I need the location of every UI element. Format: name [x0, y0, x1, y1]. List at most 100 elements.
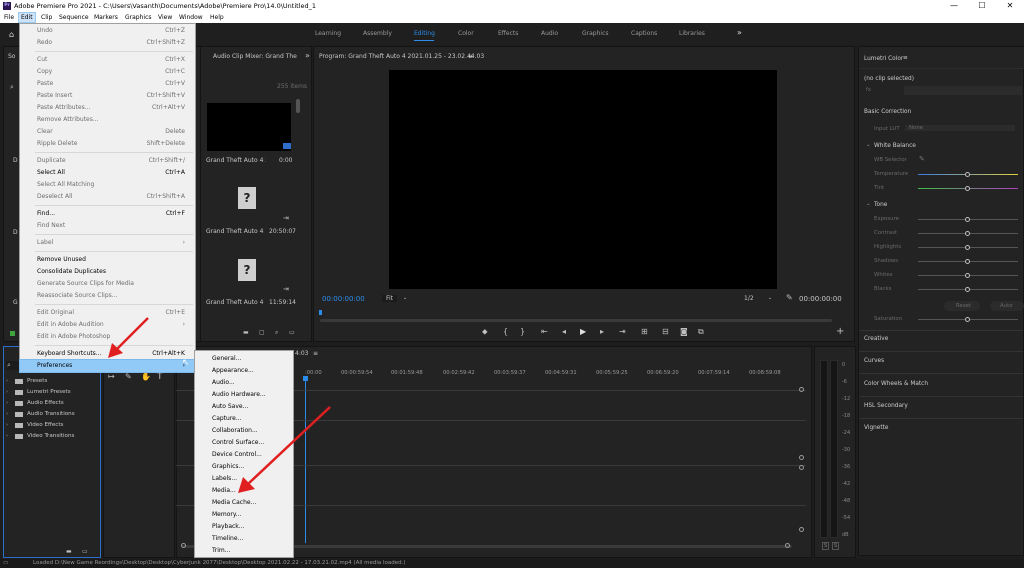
creative-section[interactable]: Creative: [864, 336, 888, 342]
effects-tree-item[interactable]: Video Effects: [27, 422, 63, 428]
submenu-item-auto-save[interactable]: Auto Save...: [195, 401, 293, 413]
menu-item-paste-insert[interactable]: Paste Insert Ctrl+Shift+V: [20, 90, 195, 102]
submenu-item-audio[interactable]: Audio...: [195, 377, 293, 389]
close-button[interactable]: ✕: [996, 0, 1024, 12]
lift-icon[interactable]: ⊞: [641, 328, 648, 336]
slider-knob[interactable]: [965, 172, 970, 177]
solo-left-button[interactable]: S: [822, 542, 830, 550]
panel-menu-icon[interactable]: ≡: [903, 55, 908, 61]
menu-item-label[interactable]: Label ›: [20, 237, 195, 249]
scroll-handle[interactable]: [785, 543, 790, 548]
effects-tree-item[interactable]: Audio Transitions: [27, 411, 75, 417]
white-balance-header[interactable]: White Balance: [874, 143, 916, 149]
menu-item-keyboard-shortcuts[interactable]: Keyboard Shortcuts... Ctrl+Alt+K: [20, 348, 195, 360]
playhead-line[interactable]: [305, 378, 306, 543]
marker-icon[interactable]: ⬥: [482, 328, 488, 336]
add-button-icon[interactable]: +: [836, 327, 844, 337]
panel-menu-icon[interactable]: ≡: [468, 53, 473, 60]
submenu-item-memory[interactable]: Memory...: [195, 509, 293, 521]
menu-item-edit-original[interactable]: Edit Original Ctrl+E: [20, 307, 195, 319]
menu-markers[interactable]: Markers: [92, 12, 120, 23]
menu-item-generate-source-clips-for-media[interactable]: Generate Source Clips for Media: [20, 278, 195, 290]
submenu-item-trim[interactable]: Trim...: [195, 545, 293, 557]
scroll-handle[interactable]: [799, 465, 804, 470]
menu-window[interactable]: Window: [177, 12, 205, 23]
playhead-marker[interactable]: [319, 310, 322, 315]
tone-header[interactable]: Tone: [874, 202, 887, 208]
expand-chevron-icon[interactable]: ›: [6, 411, 8, 417]
new-item-icon[interactable]: ▢: [259, 329, 265, 337]
hand-tool-icon[interactable]: ✋: [141, 373, 151, 381]
slider-knob[interactable]: [965, 245, 970, 250]
export-frame-icon[interactable]: ◙: [680, 328, 688, 336]
clip-thumbnail[interactable]: [207, 103, 291, 151]
tab-learning[interactable]: Learning: [315, 30, 341, 37]
menu-item-copy[interactable]: Copy Ctrl+C: [20, 66, 195, 78]
menu-edit[interactable]: Edit: [18, 12, 36, 23]
menu-view[interactable]: View: [156, 12, 174, 23]
zoom-select[interactable]: Fit: [382, 295, 398, 302]
tab-graphics[interactable]: Graphics: [582, 30, 609, 37]
track-select-icon[interactable]: ↦: [108, 373, 115, 381]
menu-graphics[interactable]: Graphics: [123, 12, 154, 23]
tab-assembly[interactable]: Assembly: [363, 30, 392, 37]
eyedropper-icon[interactable]: ✎: [919, 155, 925, 163]
panel-menu-icon[interactable]: ≡: [313, 350, 318, 357]
tab-editing[interactable]: Editing: [414, 30, 435, 37]
playhead-timecode[interactable]: 00:00:00:00: [322, 295, 365, 303]
new-bin-icon[interactable]: ▬: [66, 548, 72, 556]
tab-audio[interactable]: Audio: [541, 30, 558, 37]
program-viewport[interactable]: [389, 70, 777, 289]
submenu-item-general[interactable]: General...: [195, 353, 293, 365]
menu-item-select-all-matching[interactable]: Select All Matching: [20, 179, 195, 191]
mark-in-icon[interactable]: {: [503, 328, 508, 336]
menu-clip[interactable]: Clip: [39, 12, 54, 23]
program-title[interactable]: Program: Grand Theft Auto 4 2021.01.25 -…: [319, 53, 484, 60]
submenu-item-graphics[interactable]: Graphics...: [195, 461, 293, 473]
scroll-handle[interactable]: [181, 543, 186, 548]
submenu-item-control-surface[interactable]: Control Surface...: [195, 437, 293, 449]
menu-item-edit-in-adobe-photoshop[interactable]: Edit in Adobe Photoshop: [20, 331, 195, 343]
menu-item-duplicate[interactable]: Duplicate Ctrl+Shift+/: [20, 155, 195, 167]
effects-tree-item[interactable]: Video Transitions: [27, 433, 74, 439]
menu-help[interactable]: Help: [208, 12, 226, 23]
tab-libraries[interactable]: Libraries: [679, 30, 705, 37]
audio-mixer-tab[interactable]: Audio Clip Mixer: Grand The: [213, 53, 303, 60]
pen-tool-icon[interactable]: ✎: [125, 373, 132, 381]
expand-chevron-icon[interactable]: ⌄: [866, 142, 871, 148]
expand-chevron-icon[interactable]: ›: [6, 400, 8, 406]
tab-effects[interactable]: Effects: [498, 30, 518, 37]
hsl-secondary-section[interactable]: HSL Secondary: [864, 403, 908, 409]
menu-item-clear[interactable]: Clear Delete: [20, 126, 195, 138]
menu-item-reassociate-source-clips[interactable]: Reassociate Source Clips...: [20, 290, 195, 302]
menu-file[interactable]: File: [2, 12, 16, 23]
color-wheels-section[interactable]: Color Wheels & Match: [864, 381, 928, 387]
submenu-item-audio-hardware[interactable]: Audio Hardware...: [195, 389, 293, 401]
slider-knob[interactable]: [965, 287, 970, 292]
playhead-handle[interactable]: [303, 376, 308, 381]
scroll-handle[interactable]: [799, 527, 804, 532]
lumetri-title[interactable]: Lumetri Color: [864, 56, 903, 62]
expand-chevron-icon[interactable]: ›: [6, 433, 8, 439]
menu-item-remove-unused[interactable]: Remove Unused: [20, 254, 195, 266]
menu-item-preferences[interactable]: Preferences ›: [19, 359, 196, 373]
maximize-button[interactable]: ☐: [968, 0, 996, 12]
folder-icon[interactable]: ▬: [243, 329, 249, 337]
more-workspaces-button[interactable]: »: [737, 28, 742, 37]
search-icon[interactable]: ⌕: [275, 329, 278, 337]
tab-color[interactable]: Color: [458, 30, 474, 37]
effects-tree-item[interactable]: Lumetri Presets: [27, 389, 71, 395]
menu-item-edit-in-adobe-audition[interactable]: Edit in Adobe Audition ›: [20, 319, 195, 331]
tab-captions[interactable]: Captions: [631, 30, 657, 37]
slider-knob[interactable]: [965, 273, 970, 278]
input-lut-dropdown[interactable]: None: [905, 125, 1015, 131]
expand-chevron-icon[interactable]: ›: [6, 422, 8, 428]
menu-item-find-next[interactable]: Find Next: [20, 220, 195, 232]
home-icon[interactable]: ⌂: [9, 31, 14, 39]
trash-icon[interactable]: ▭: [289, 329, 295, 337]
effects-tree-item[interactable]: Audio Effects: [27, 400, 64, 406]
menu-item-remove-attributes[interactable]: Remove Attributes...: [20, 114, 195, 126]
expand-chevron-icon[interactable]: ›: [6, 378, 8, 384]
submenu-item-media-cache[interactable]: Media Cache...: [195, 497, 293, 509]
clip-dropdown[interactable]: [904, 86, 1022, 95]
